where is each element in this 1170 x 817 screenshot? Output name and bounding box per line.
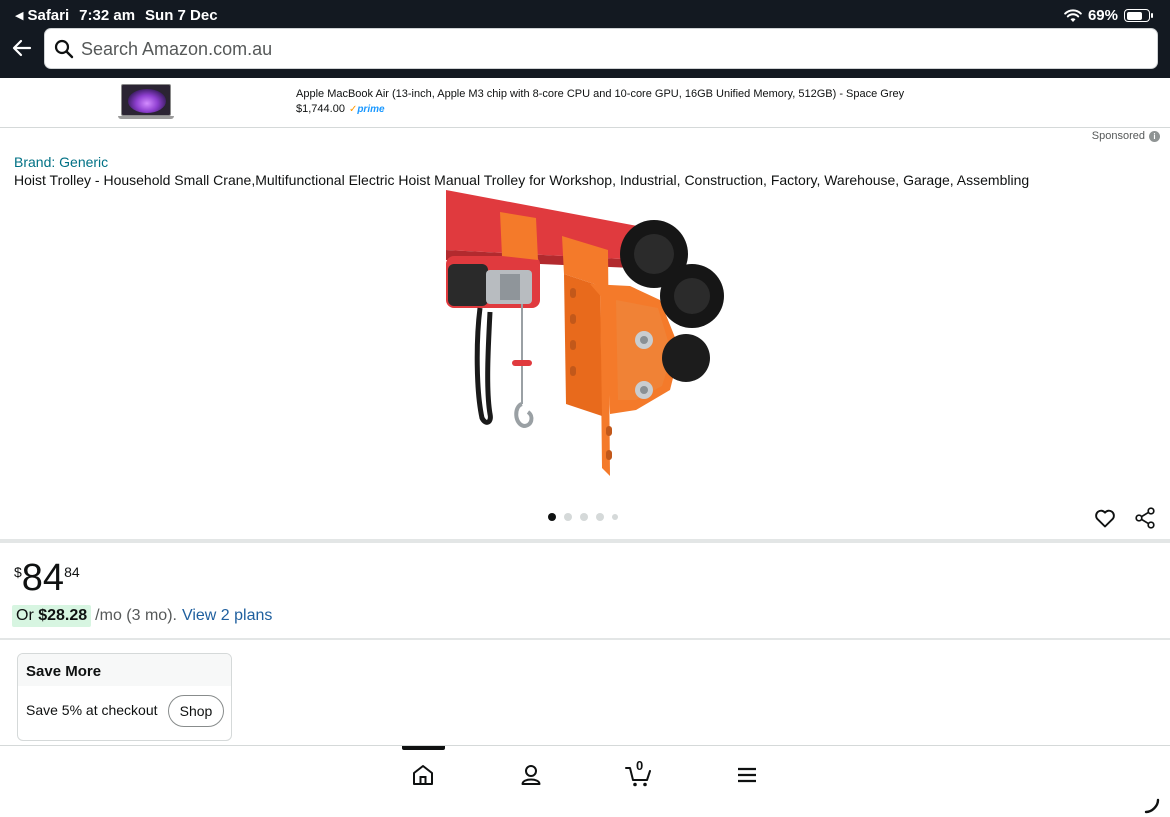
cart-count: 0 [636,758,644,773]
ad-price: $1,744.00 [296,103,345,115]
heart-icon[interactable] [1093,506,1117,530]
sponsored-ad-banner[interactable]: Apple MacBook Air (13-inch, Apple M3 chi… [0,78,1170,128]
save-more-card: Save More Save 5% at checkout Shop [17,653,232,741]
product-price: $ 84 84 [14,556,80,600]
carousel-dot-3[interactable] [580,513,588,521]
ad-product-title[interactable]: Apple MacBook Air (13-inch, Apple M3 chi… [296,88,904,100]
back-to-app-icon[interactable]: ◀ [15,9,23,22]
search-input[interactable] [81,35,1141,63]
price-whole: 84 [21,557,65,599]
resize-handle-icon[interactable] [1144,798,1160,814]
wifi-icon [1064,8,1082,22]
search-bar[interactable] [44,28,1158,69]
account-icon[interactable] [518,762,544,788]
active-tab-indicator [402,746,445,750]
back-arrow-icon[interactable] [10,36,34,60]
ad-price-line: $1,744.00 ✓prime [296,103,385,115]
status-right: 69% [1064,7,1153,24]
view-plans-link[interactable]: View 2 plans [182,607,272,625]
save-more-text: Save 5% at checkout [26,702,158,718]
prime-badge: ✓prime [348,103,385,115]
battery-percent: 69% [1087,7,1118,24]
product-image[interactable] [440,190,730,480]
status-bar: ◀ Safari 7:32 am Sun 7 Dec 69% [0,0,1170,30]
status-left: ◀ Safari 7:32 am Sun 7 Dec [15,7,218,24]
shop-button[interactable]: Shop [168,695,224,727]
section-divider [0,539,1170,543]
menu-icon[interactable] [734,762,760,788]
section-divider-thin [0,638,1170,640]
cart-button[interactable]: 0 [624,758,654,788]
price-fraction: 84 [64,564,80,580]
ad-product-image[interactable] [118,84,174,120]
instalment-highlight: Or $28.28 [12,605,92,627]
carousel-dot-4[interactable] [596,513,604,521]
info-icon[interactable]: i [1149,130,1160,142]
status-date: Sun 7 Dec [145,7,218,24]
product-title: Hoist Trolley - Household Small Crane,Mu… [14,172,1030,188]
carousel-dot-1[interactable] [548,513,556,521]
search-icon [54,39,74,59]
status-time: 7:32 am [79,7,136,24]
carousel-dot-2[interactable] [564,513,572,521]
instalment-term: /mo (3 mo). [95,607,177,624]
home-icon[interactable] [410,762,436,788]
instalment-amount: $28.28 [38,607,88,624]
save-more-heading: Save More [18,654,231,686]
instalment-offer: Or $28.28 /mo (3 mo). View 2 plans [12,605,272,627]
price-symbol: $ [14,564,22,580]
top-header: ◀ Safari 7:32 am Sun 7 Dec 69% [0,0,1170,78]
save-more-body: Save 5% at checkout Shop [18,686,231,740]
back-to-app-label[interactable]: Safari [27,7,69,24]
sponsored-label[interactable]: Sponsored i [1092,130,1160,142]
battery-icon [1124,9,1153,22]
image-carousel-dots[interactable] [548,513,618,521]
brand-link[interactable]: Brand: Generic [14,154,108,170]
share-icon[interactable] [1133,506,1157,530]
bottom-nav: 0 [0,745,1170,817]
carousel-dot-5[interactable] [612,514,618,520]
